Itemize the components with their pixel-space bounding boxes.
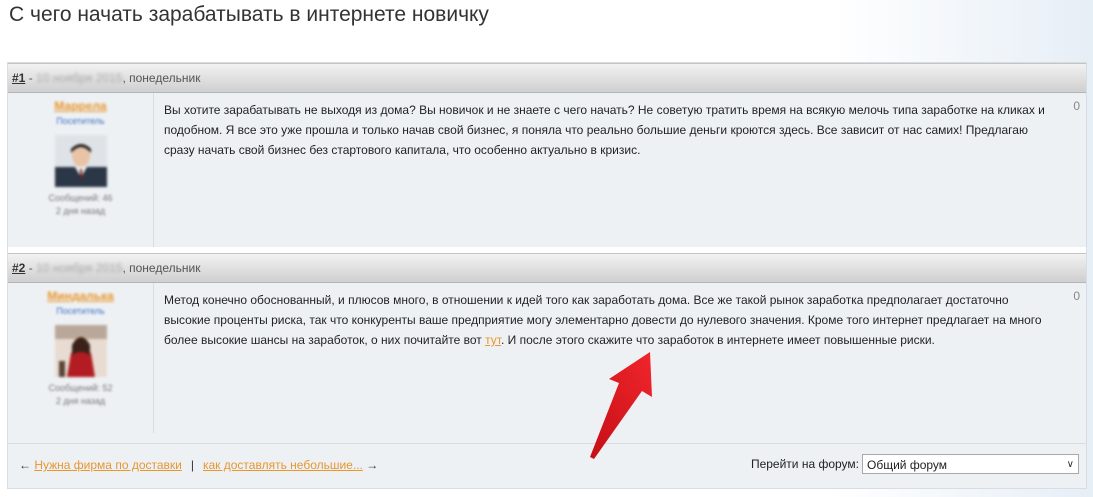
avatar[interactable] (54, 135, 107, 187)
author-last-seen: 2 дня назад (55, 206, 106, 216)
post-inline-link[interactable]: тут (485, 333, 501, 347)
forum-select[interactable]: Общий форум ∨ (862, 454, 1079, 474)
avatar[interactable] (54, 325, 107, 377)
post-header: #2 - 10 ноября 2015, понедельник (8, 253, 1086, 283)
posts-container: #1 - 10 ноября 2015, понедельник Маррела… (7, 62, 1087, 489)
forum-jump-label: Перейти на форум: (750, 457, 859, 471)
author-panel: Миндалька Посетитель Сообщений: 52 2 дня… (8, 283, 154, 433)
post-weekday: , понедельник (122, 71, 201, 85)
chevron-down-icon: ∨ (1066, 459, 1074, 470)
post-header: #1 - 10 ноября 2015, понедельник (8, 63, 1086, 93)
post-date: 10 ноября 2015 (36, 71, 123, 85)
author-message-count: Сообщений: 46 (48, 193, 113, 203)
thread-navigation: ← Нужна фирма по доставки | как доставлять… (19, 458, 378, 472)
post: Миндалька Посетитель Сообщений: 52 2 дня… (8, 283, 1086, 433)
author-panel: Маррела Посетитель Сообщений: 46 2 дня н… (8, 93, 154, 247)
post-weekday: , понедельник (122, 261, 201, 275)
author-message-count: Сообщений: 52 (48, 383, 113, 393)
next-thread-link[interactable]: как доставлять небольшие... (203, 458, 363, 472)
author-name-link[interactable]: Миндалька (47, 289, 114, 303)
author-role: Посетитель (56, 306, 105, 316)
post-number-link[interactable]: #2 (12, 261, 25, 275)
author-role: Посетитель (56, 116, 105, 126)
post-rating[interactable]: 0 (1073, 99, 1080, 113)
left-arrow-icon: ← (19, 458, 31, 472)
previous-thread-link[interactable]: Нужна фирма по доставки (34, 458, 182, 472)
author-last-seen: 2 дня назад (55, 396, 106, 406)
post: Маррела Посетитель Сообщений: 46 2 дня н… (8, 93, 1086, 247)
post-body: Метод конечно обоснованный, и плюсов мно… (164, 293, 1042, 347)
right-arrow-icon: → (366, 458, 379, 472)
thread-footer: ← Нужна фирма по доставки | как доставлять… (8, 443, 1086, 488)
author-name-link[interactable]: Маррела (54, 99, 106, 113)
post-number-link[interactable]: #1 (12, 71, 25, 85)
page-title: С чего начать зарабатывать в интернете н… (9, 3, 489, 26)
post-date: 10 ноября 2015 (36, 261, 123, 275)
post-body: Вы хотите зарабатывать не выходя из дома… (164, 103, 1045, 157)
forum-jump: Перейти на форум: Общий форум ∨ (751, 454, 1079, 474)
post-rating[interactable]: 0 (1073, 289, 1080, 303)
nav-divider: | (190, 458, 194, 472)
